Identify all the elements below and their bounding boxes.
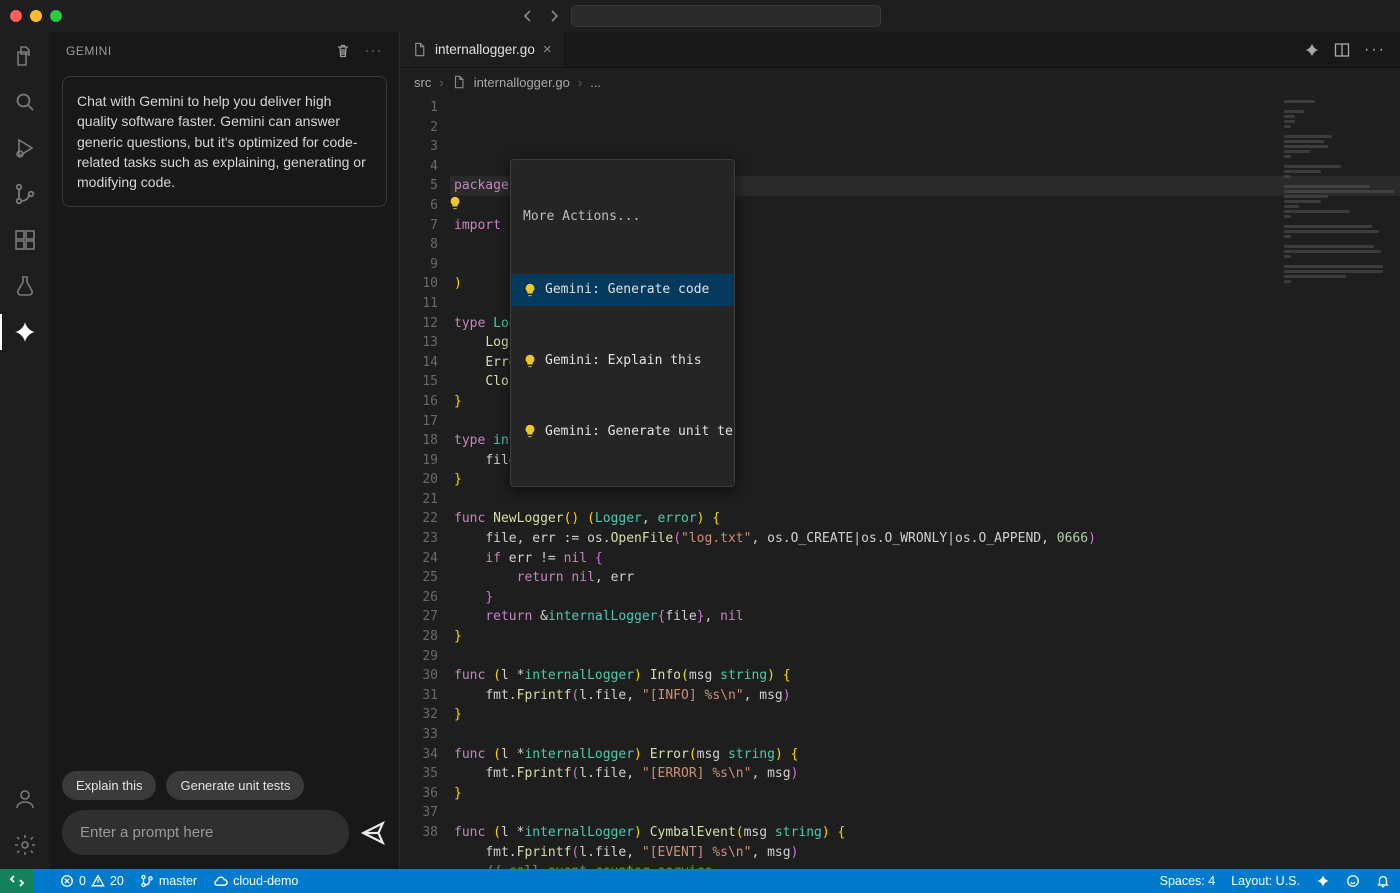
- breadcrumb-seg[interactable]: internallogger.go: [474, 75, 570, 90]
- minimize-window-button[interactable]: [30, 10, 42, 22]
- breadcrumb-seg[interactable]: src: [414, 75, 431, 90]
- nav-forward-icon[interactable]: [545, 7, 563, 25]
- quickfix-item-explain[interactable]: Gemini: Explain this: [511, 345, 734, 377]
- trash-icon[interactable]: [335, 43, 351, 59]
- gemini-icon[interactable]: [11, 318, 39, 346]
- git-branch-indicator[interactable]: master: [140, 874, 197, 888]
- cloud-name: cloud-demo: [233, 874, 298, 888]
- command-center-input[interactable]: [571, 5, 881, 27]
- more-actions-icon[interactable]: ···: [1364, 41, 1386, 59]
- lightbulb-icon: [523, 424, 537, 438]
- chevron-right-icon: ›: [578, 75, 582, 90]
- more-icon[interactable]: ···: [365, 43, 383, 59]
- lightbulb-icon: [523, 283, 537, 297]
- spaces-indicator[interactable]: Spaces: 4: [1160, 874, 1216, 888]
- extensions-icon[interactable]: [11, 226, 39, 254]
- popup-header: More Actions...: [511, 199, 734, 235]
- chip-explain-this[interactable]: Explain this: [62, 771, 156, 800]
- breadcrumbs[interactable]: src › internallogger.go › ...: [400, 68, 1400, 96]
- split-editor-icon[interactable]: [1334, 42, 1350, 58]
- problems-indicator[interactable]: 0 20: [60, 874, 124, 888]
- prompt-input[interactable]: [62, 810, 349, 855]
- feedback-icon[interactable]: [1346, 874, 1360, 888]
- chip-generate-tests[interactable]: Generate unit tests: [166, 771, 304, 800]
- warning-count: 20: [110, 874, 124, 888]
- maximize-window-button[interactable]: [50, 10, 62, 22]
- line-gutter: 1234567891011121314151617181920212223242…: [400, 96, 450, 869]
- code-editor[interactable]: 1234567891011121314151617181920212223242…: [400, 96, 1400, 869]
- tab-filename: internallogger.go: [435, 42, 535, 57]
- status-bar: 0 20 master cloud-demo Spaces: 4 Layout:…: [0, 869, 1400, 893]
- titlebar: [0, 0, 1400, 32]
- code-content[interactable]: More Actions... Gemini: Generate code Ge…: [450, 96, 1400, 869]
- lightbulb-icon: [523, 354, 537, 368]
- close-tab-icon[interactable]: ×: [543, 41, 552, 58]
- testing-icon[interactable]: [11, 272, 39, 300]
- remote-indicator[interactable]: [0, 869, 34, 893]
- layout-indicator[interactable]: Layout: U.S.: [1231, 874, 1300, 888]
- branch-name: master: [159, 874, 197, 888]
- window-controls: [10, 10, 62, 22]
- quickfix-label: Gemini: Generate code: [545, 280, 709, 300]
- error-count: 0: [79, 874, 86, 888]
- minimap[interactable]: [1284, 100, 1394, 380]
- run-debug-icon[interactable]: [11, 134, 39, 162]
- close-window-button[interactable]: [10, 10, 22, 22]
- send-icon[interactable]: [359, 819, 387, 847]
- editor-area: internallogger.go × ··· src › internallo…: [400, 32, 1400, 869]
- code-actions-popup: More Actions... Gemini: Generate code Ge…: [510, 159, 735, 487]
- quickfix-item-unit-tests[interactable]: Gemini: Generate unit tests: [511, 416, 734, 448]
- activity-bar: [0, 32, 50, 869]
- quickfix-label: Gemini: Explain this: [545, 351, 702, 371]
- file-icon: [452, 75, 466, 89]
- lightbulb-icon[interactable]: [448, 196, 464, 212]
- breadcrumb-seg[interactable]: ...: [590, 75, 601, 90]
- cloud-project-indicator[interactable]: cloud-demo: [213, 874, 298, 889]
- panel-title: GEMINI: [66, 44, 112, 58]
- search-icon[interactable]: [11, 88, 39, 116]
- gemini-panel: GEMINI ··· Chat with Gemini to help you …: [50, 32, 400, 869]
- quickfix-label: Gemini: Generate unit tests: [545, 422, 735, 442]
- nav-back-icon[interactable]: [519, 7, 537, 25]
- quickfix-item-generate-code[interactable]: Gemini: Generate code: [511, 274, 734, 306]
- explorer-icon[interactable]: [11, 42, 39, 70]
- settings-gear-icon[interactable]: [11, 831, 39, 859]
- bell-icon[interactable]: [1376, 874, 1390, 888]
- file-icon: [412, 42, 427, 57]
- sparkle-status-icon[interactable]: [1316, 874, 1330, 888]
- sparkle-icon[interactable]: [1304, 42, 1320, 58]
- source-control-icon[interactable]: [11, 180, 39, 208]
- accounts-icon[interactable]: [11, 785, 39, 813]
- chevron-right-icon: ›: [439, 75, 443, 90]
- editor-tab[interactable]: internallogger.go ×: [400, 32, 565, 67]
- gemini-intro-text: Chat with Gemini to help you deliver hig…: [62, 76, 387, 207]
